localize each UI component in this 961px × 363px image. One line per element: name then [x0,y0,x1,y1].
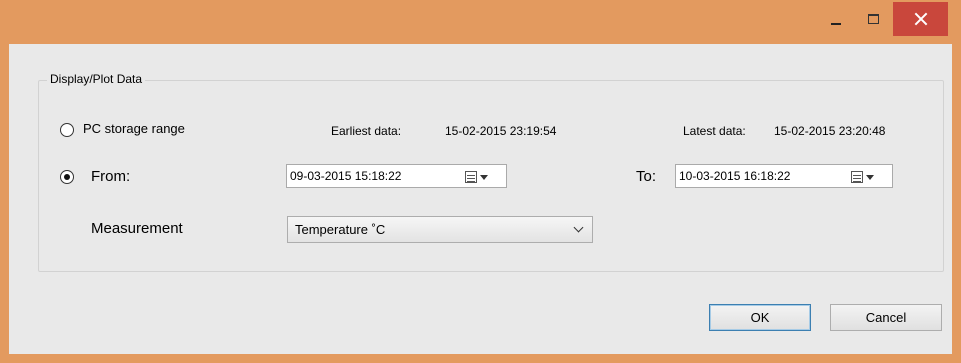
measurement-label: Measurement [91,220,183,237]
from-label: From: [91,168,131,185]
latest-data-label: Latest data: [683,124,746,138]
pc-storage-range-label: PC storage range [83,121,185,136]
dialog-client-area: Display/Plot Data PC storage range Earli… [9,44,952,354]
chevron-down-icon [573,222,584,233]
from-radio[interactable] [60,170,74,184]
from-calendar-dropdown[interactable] [465,170,489,184]
earliest-data-value: 15-02-2015 23:19:54 [445,124,557,138]
maximize-icon [867,14,879,24]
group-title: Display/Plot Data [47,72,146,86]
cancel-button[interactable]: Cancel [830,304,942,331]
calendar-icon [465,171,477,183]
measurement-select[interactable]: Temperature ˚C [287,216,593,243]
minimize-icon [831,23,841,25]
minimize-button[interactable] [818,2,854,36]
earliest-data-label: Earliest data: [331,124,402,138]
ok-button[interactable]: OK [709,304,811,331]
dropdown-caret-icon [480,174,488,180]
to-calendar-dropdown[interactable] [851,170,875,184]
measurement-selected-value: Temperature ˚C [295,222,386,237]
maximize-button[interactable] [855,2,891,36]
to-datetime-value: 10-03-2015 16:18:22 [679,169,791,183]
dropdown-caret-icon [866,174,874,180]
calendar-icon [851,171,863,183]
from-datetime-picker[interactable]: 09-03-2015 15:18:22 [286,164,507,188]
to-datetime-picker[interactable]: 10-03-2015 16:18:22 [675,164,893,188]
title-bar[interactable] [0,0,961,44]
to-label: To: [636,168,657,185]
from-datetime-value: 09-03-2015 15:18:22 [290,169,402,183]
close-icon [915,13,927,25]
dialog-window: Display/Plot Data PC storage range Earli… [0,0,961,363]
latest-data-value: 15-02-2015 23:20:48 [774,124,886,138]
close-button[interactable] [893,2,948,36]
pc-storage-range-radio[interactable] [60,123,74,137]
